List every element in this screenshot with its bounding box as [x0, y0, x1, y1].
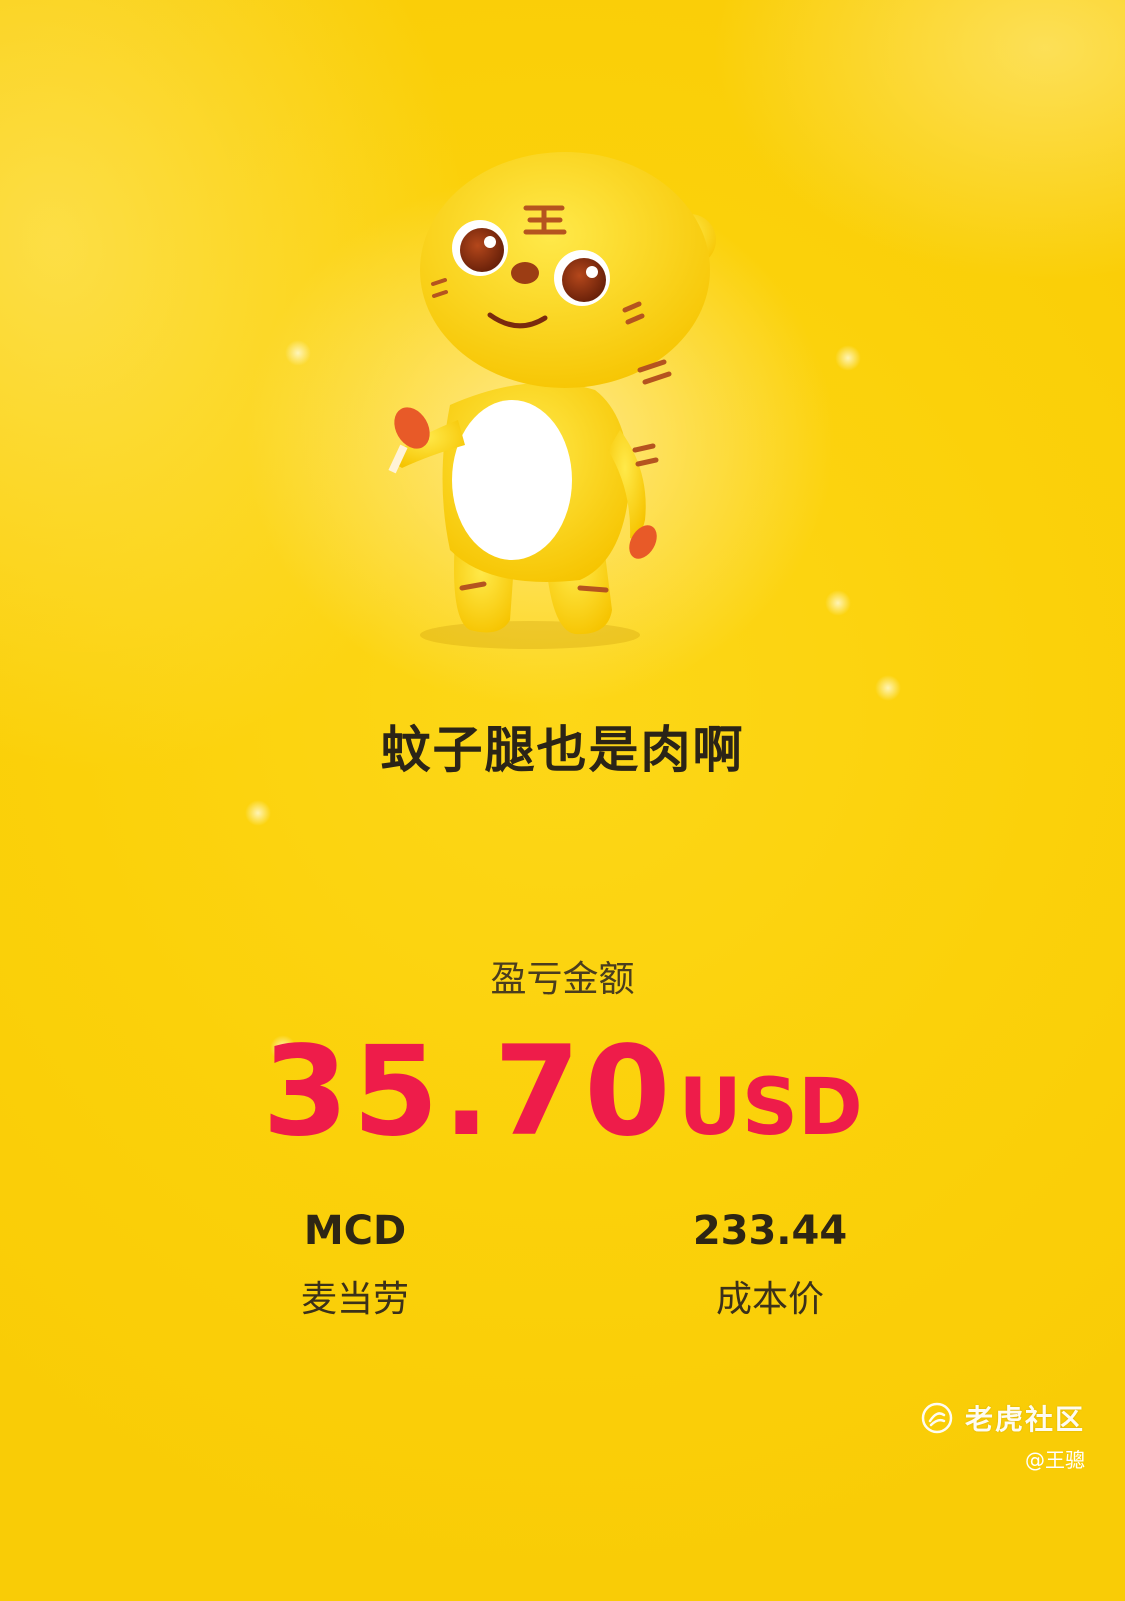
- tiger-mascot-illustration: [388, 152, 716, 649]
- sparkle: [245, 800, 271, 826]
- cost-price-value: 233.44: [692, 1208, 848, 1254]
- tiger-logo-icon: [921, 1402, 953, 1434]
- stock-info: MCD 麦当劳: [255, 1208, 455, 1322]
- sparkle: [285, 340, 311, 366]
- pnl-amount-value: 35.70: [262, 1020, 675, 1164]
- cost-info: 233.44 成本价: [655, 1208, 885, 1322]
- watermark-brand: 老虎社区: [964, 1403, 1085, 1436]
- stock-ticker: MCD: [303, 1208, 407, 1254]
- stock-name: 麦当劳: [300, 1279, 409, 1320]
- pnl-label: 盈亏金额: [490, 959, 635, 1000]
- watermark: 老虎社区: [921, 1398, 1085, 1438]
- cost-price-label: 成本价: [715, 1279, 824, 1320]
- sparkle: [875, 675, 901, 701]
- slogan-text: 蚊子腿也是肉啊: [380, 721, 745, 779]
- watermark-user: @王骢: [1025, 1448, 1085, 1472]
- sparkle: [825, 590, 851, 616]
- sparkle: [835, 345, 861, 371]
- pnl-amount: 35.70USD: [0, 1020, 1125, 1164]
- pnl-currency: USD: [678, 1063, 863, 1153]
